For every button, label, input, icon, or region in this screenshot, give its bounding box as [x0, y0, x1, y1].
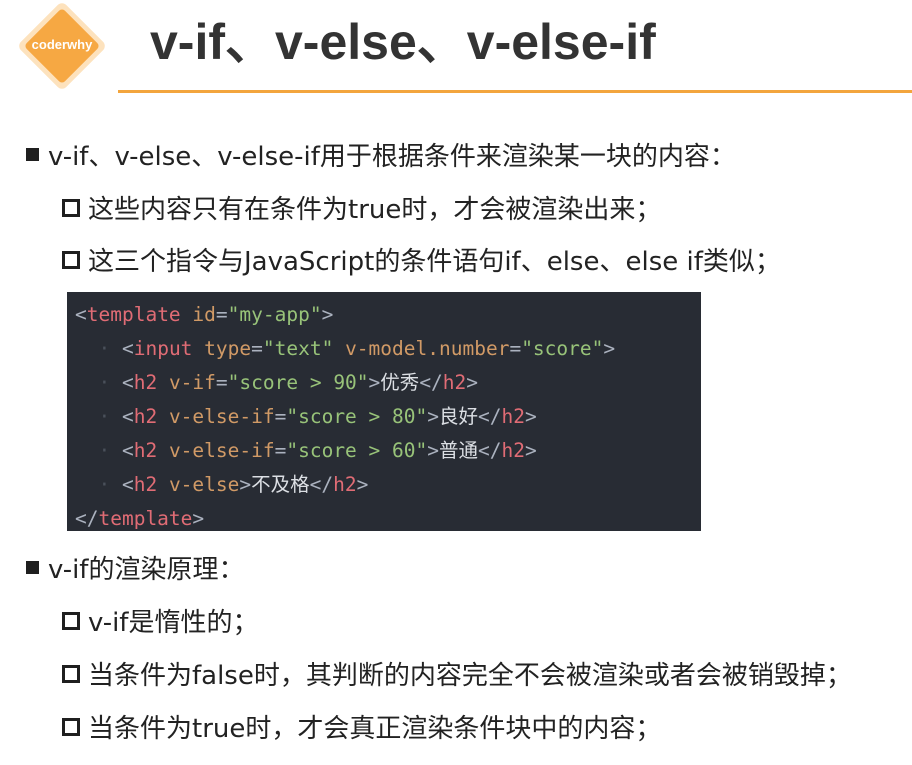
code-token: < — [121, 371, 134, 394]
code-token: = — [251, 337, 263, 360]
code-indent: · — [75, 473, 122, 496]
code-token: v-if — [157, 371, 216, 394]
code-token: v-else-if — [157, 405, 275, 428]
code-token: = — [215, 303, 228, 326]
code-token: > — [524, 439, 537, 462]
code-token: </ — [309, 473, 334, 496]
hollow-square-bullet-icon — [62, 198, 80, 217]
code-token: v-else — [157, 473, 240, 496]
code-line: · <h2 v-else>不及格</h2> — [75, 468, 701, 502]
code-line: </template> — [75, 502, 701, 536]
code-token: </ — [478, 405, 502, 428]
code-indent: · — [75, 371, 122, 394]
code-token: "score > 80" — [286, 405, 428, 428]
code-token: 优秀 — [380, 371, 420, 394]
code-token: > — [603, 337, 616, 360]
code-token: > — [368, 371, 381, 394]
code-line: · <h2 v-else-if="score > 80">良好</h2> — [75, 400, 701, 434]
code-token: < — [121, 337, 134, 360]
hollow-square-bullet-icon — [62, 611, 80, 630]
code-token: v-else-if — [157, 439, 275, 462]
code-token: type — [192, 337, 252, 360]
code-line: · <h2 v-if="score > 90">优秀</h2> — [75, 366, 701, 400]
code-token: input — [133, 337, 193, 360]
bullet-text: v-if、v-else、v-else-if用于根据条件来渲染某一块的内容： — [48, 142, 736, 172]
bullet-text: v-if的渲染原理： — [48, 555, 245, 585]
code-token: > — [356, 473, 369, 496]
code-token: = — [274, 439, 287, 462]
code-token: > — [427, 405, 439, 428]
filled-square-bullet-icon — [26, 561, 39, 574]
bullet-text: v-if是惰性的； — [88, 608, 259, 638]
bullet-level1: v-if、v-else、v-else-if用于根据条件来渲染某一块的内容： — [26, 136, 736, 173]
code-token: </ — [478, 439, 502, 462]
hollow-square-bullet-icon — [62, 250, 80, 269]
bullet-level1: v-if的渲染原理： — [26, 549, 244, 586]
code-token: id — [180, 303, 216, 326]
code-token: v-model.number — [333, 337, 510, 360]
code-token: </ — [419, 371, 443, 394]
bullet-level2: v-if是惰性的； — [62, 602, 258, 639]
bullet-text: 这些内容只有在条件为true时，才会被渲染出来； — [88, 195, 662, 225]
code-token: > — [321, 303, 334, 326]
code-token: < — [121, 405, 134, 428]
code-token: > — [427, 439, 439, 462]
code-token: "score" — [521, 337, 604, 360]
code-line: <template id="my-app"> — [75, 298, 701, 332]
code-line: · <input type="text" v-model.number="sco… — [75, 332, 701, 366]
code-token: h2 — [442, 371, 467, 394]
code-token: "my-app" — [227, 303, 322, 326]
code-indent: · — [75, 439, 122, 462]
code-block: <template id="my-app"> · <input type="te… — [67, 292, 701, 531]
code-token: template — [86, 303, 181, 326]
code-token: h2 — [133, 371, 158, 394]
code-token: > — [239, 473, 252, 496]
code-token: > — [192, 507, 205, 530]
bullet-text: 当条件为false时，其判断的内容完全不会被渲染或者会被销毁掉； — [88, 661, 852, 691]
bullet-level2: 这三个指令与JavaScript的条件语句if、else、else if类似； — [62, 241, 781, 278]
code-token: 普通 — [439, 439, 479, 462]
code-token: 不及格 — [251, 473, 310, 496]
code-token: h2 — [133, 405, 158, 428]
code-token: < — [75, 303, 87, 326]
code-token: "text" — [262, 337, 334, 360]
code-line: · <h2 v-else-if="score > 60">普通</h2> — [75, 434, 701, 468]
code-token: </ — [75, 507, 99, 530]
code-token: "score > 90" — [227, 371, 369, 394]
code-indent: · — [75, 337, 122, 360]
code-token: < — [121, 439, 134, 462]
bullet-text: 这三个指令与JavaScript的条件语句if、else、else if类似； — [88, 247, 781, 277]
code-token: = — [215, 371, 228, 394]
code-token: h2 — [501, 439, 525, 462]
coderwhy-logo: coderwhy — [16, 0, 108, 92]
code-token: > — [524, 405, 537, 428]
hollow-square-bullet-icon — [62, 664, 80, 683]
code-token: = — [509, 337, 522, 360]
code-token: = — [274, 405, 287, 428]
title-underline — [118, 90, 912, 93]
bullet-level2: 当条件为true时，才会真正渲染条件块中的内容； — [62, 708, 661, 745]
code-indent: · — [75, 405, 122, 428]
code-token: < — [121, 473, 134, 496]
hollow-square-bullet-icon — [62, 717, 80, 736]
code-token: h2 — [133, 473, 158, 496]
filled-square-bullet-icon — [26, 148, 39, 161]
bullet-level2: 这些内容只有在条件为true时，才会被渲染出来； — [62, 189, 661, 226]
bullet-text: 当条件为true时，才会真正渲染条件块中的内容； — [88, 714, 662, 744]
code-token: > — [466, 371, 479, 394]
bullet-level2: 当条件为false时，其判断的内容完全不会被渲染或者会被销毁掉； — [62, 655, 852, 692]
logo-text: coderwhy — [31, 37, 93, 52]
code-token: "score > 60" — [286, 439, 428, 462]
slide-title: v-if、v-else、v-else-if — [150, 14, 656, 70]
code-token: h2 — [133, 439, 158, 462]
code-token: h2 — [333, 473, 357, 496]
code-token: 良好 — [439, 405, 479, 428]
code-token: h2 — [501, 405, 525, 428]
code-token: template — [98, 507, 193, 530]
